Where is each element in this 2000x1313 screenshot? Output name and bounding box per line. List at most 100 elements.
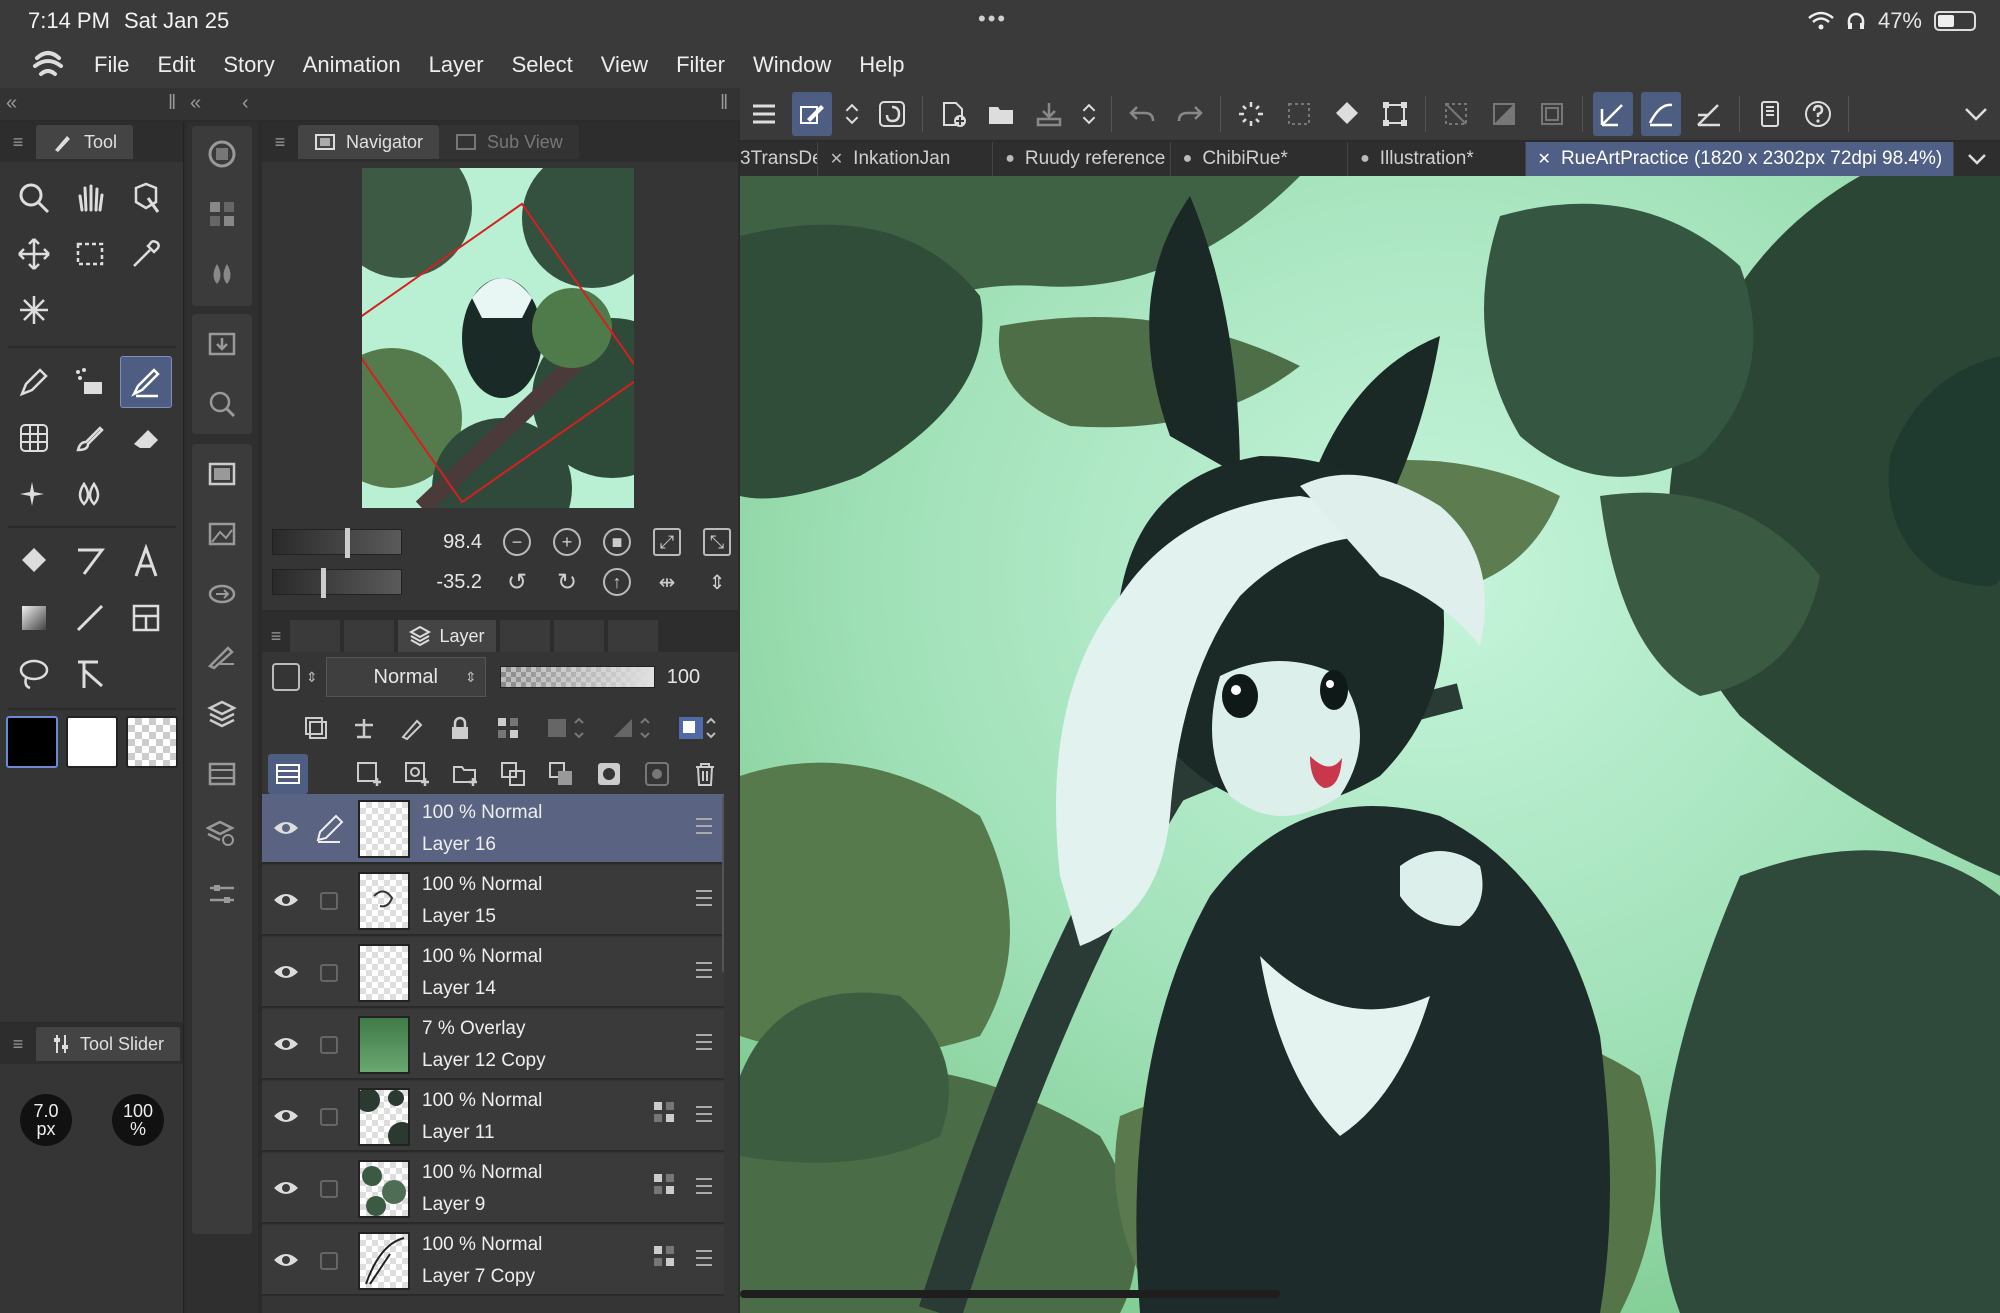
menu-hamburger-icon[interactable] [744, 92, 784, 136]
layer-opacity-value[interactable]: 100 [667, 666, 700, 689]
menu-animation[interactable]: Animation [289, 42, 415, 88]
layer-row[interactable]: 7 % Overlay Layer 12 Copy [262, 1010, 724, 1080]
sub-view-icon[interactable] [206, 518, 238, 550]
airbrush-icon[interactable] [64, 356, 116, 408]
mesh-transform-icon[interactable] [8, 412, 60, 464]
new-canvas-icon[interactable] [933, 92, 973, 136]
tab-navigator[interactable]: Navigator [298, 125, 440, 159]
menu-help[interactable]: Help [845, 42, 918, 88]
move-tool-icon[interactable] [8, 228, 60, 280]
marker-tool-icon[interactable] [120, 356, 172, 408]
zoom-slider[interactable] [272, 528, 402, 558]
rotate-right-icon[interactable]: ↻ [553, 568, 581, 596]
tab-sub-view[interactable]: Sub View [439, 125, 579, 159]
eye-icon[interactable] [272, 960, 300, 984]
doc-tab-active[interactable]: ✕ RueArtPractice (1820 x 2302px 72dpi 98… [1525, 142, 1955, 176]
apply-mask-icon[interactable] [642, 759, 672, 789]
transform-icon[interactable] [1375, 92, 1415, 136]
drawing-canvas[interactable] [740, 176, 2000, 1313]
doc-tab[interactable]: ● Ruudy reference [993, 142, 1171, 176]
layer-opacity-slider[interactable] [499, 666, 655, 688]
zoom-out-icon[interactable]: − [503, 528, 531, 556]
snap-grid-icon[interactable] [1689, 92, 1729, 136]
fit-screen-icon[interactable]: ⤢ [653, 528, 681, 556]
layer-menu-icon[interactable] [696, 818, 712, 834]
app-logo-icon[interactable] [16, 42, 80, 88]
layer-row[interactable]: 100 % Normal Layer 14 [262, 938, 724, 1008]
tab-tool-property[interactable] [344, 620, 394, 652]
material-icon[interactable] [206, 328, 238, 360]
save-icon[interactable] [1029, 92, 1069, 136]
layer-search-icon[interactable] [206, 818, 238, 850]
open-folder-icon[interactable] [981, 92, 1021, 136]
new-raster-layer-icon[interactable] [354, 759, 384, 789]
zoom-in-icon[interactable]: + [553, 528, 581, 556]
show-selection-icon[interactable] [1532, 92, 1572, 136]
close-icon[interactable]: ✕ [1538, 149, 1551, 169]
layer-list-scrollbar[interactable] [722, 794, 724, 974]
collapse-left-icon[interactable]: « [6, 92, 17, 115]
pen-tool-icon[interactable] [8, 356, 60, 408]
ruler-toggle-icon[interactable] [607, 713, 655, 743]
layer-color-toggle-icon[interactable] [673, 713, 721, 743]
sub-color-swatch[interactable] [66, 716, 118, 768]
main-color-swatch[interactable] [6, 716, 58, 768]
doc-tab[interactable]: ● Illustration* [1348, 142, 1526, 176]
layer-row[interactable]: 100 % Normal Layer 11 [262, 1082, 724, 1152]
artwork[interactable] [740, 176, 2000, 1313]
tab-adjust[interactable] [608, 620, 658, 652]
tool-property-icon[interactable] [206, 638, 238, 670]
adjust-icon[interactable] [206, 878, 238, 910]
menu-layer[interactable]: Layer [415, 42, 498, 88]
color-set-icon[interactable] [206, 198, 238, 230]
layer-menu-icon[interactable] [696, 1034, 712, 1050]
collapse-left-icon[interactable]: « [190, 92, 201, 115]
frame-tool-icon[interactable] [120, 592, 172, 644]
quick-access-icon[interactable] [872, 92, 912, 136]
zoom-value[interactable]: 98.4 [402, 531, 482, 554]
fill-tool-icon[interactable] [8, 536, 60, 588]
marquee-tool-icon[interactable] [64, 228, 116, 280]
brush-tool-icon[interactable] [64, 412, 116, 464]
layer-panel-icon[interactable] [206, 698, 238, 730]
tab-layer-search[interactable] [554, 620, 604, 652]
color-wheel-icon[interactable] [206, 138, 238, 170]
line-tool-icon[interactable] [64, 592, 116, 644]
mask-toggle-icon[interactable] [541, 713, 589, 743]
transfer-down-icon[interactable] [498, 759, 528, 789]
stepper-icon[interactable]: ⇕ [306, 669, 318, 686]
correct-line-icon[interactable] [64, 648, 116, 700]
layer-property-icon[interactable] [206, 578, 238, 610]
eyedropper-icon[interactable] [120, 228, 172, 280]
edge-keyboard-icon[interactable] [1750, 92, 1790, 136]
snap-ruler-icon[interactable] [1593, 92, 1633, 136]
layer-menu-icon[interactable] [696, 890, 712, 906]
eye-icon[interactable] [272, 1032, 300, 1056]
delete-layer-icon[interactable] [690, 759, 720, 789]
chevron-left-icon[interactable]: ‹ [242, 92, 249, 115]
flip-horizontal-icon[interactable]: ⇹ [653, 568, 681, 596]
lock-icon[interactable] [445, 713, 475, 743]
menu-edit[interactable]: Edit [143, 42, 209, 88]
layer-row[interactable]: 100 % Normal Layer 16 [262, 794, 724, 864]
transparent-color-swatch[interactable] [126, 716, 178, 768]
brush-size-chip[interactable]: 7.0 px [20, 1094, 72, 1146]
object-select-icon[interactable] [120, 172, 172, 224]
hand-tool-icon[interactable] [64, 172, 116, 224]
tab-layer-property[interactable] [290, 620, 340, 652]
tab-layer[interactable]: Layer [398, 620, 496, 652]
edit-mode-icon[interactable] [792, 92, 832, 136]
new-folder-icon[interactable] [450, 759, 480, 789]
layer-menu-icon[interactable] [696, 1250, 712, 1266]
rotate-left-icon[interactable]: ↺ [503, 568, 531, 596]
panel-menu-icon[interactable]: ≡ [0, 1034, 36, 1055]
menu-filter[interactable]: Filter [662, 42, 739, 88]
tab-tool-slider[interactable]: Tool Slider [36, 1027, 181, 1061]
fit-view-icon[interactable]: ■ [603, 528, 631, 556]
deselect-icon[interactable] [1436, 92, 1476, 136]
multitask-dots-icon[interactable]: ••• [978, 6, 1007, 32]
zoom-tool-icon[interactable] [8, 172, 60, 224]
stepper-icon[interactable] [840, 92, 864, 136]
menu-select[interactable]: Select [498, 42, 587, 88]
layer-select-checkbox[interactable] [320, 1036, 338, 1054]
